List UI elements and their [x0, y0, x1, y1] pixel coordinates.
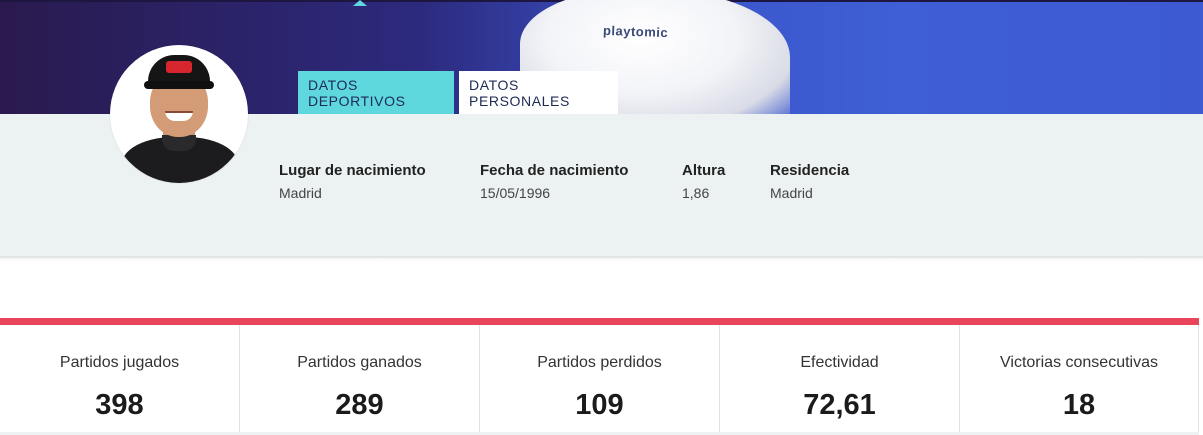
field-height: Altura 1,86 — [682, 162, 730, 201]
field-value: Madrid — [279, 185, 322, 201]
stat-label: Partidos jugados — [59, 354, 180, 371]
stat-label: Partidos perdidos — [537, 354, 662, 371]
stats-row: Partidos jugados 398 Partidos ganados 28… — [0, 325, 1199, 435]
tab-datos-deportivos[interactable]: DATOS DEPORTIVOS — [298, 71, 454, 114]
stat-value: 72,61 — [803, 389, 876, 421]
stat-partidos-perdidos: Partidos perdidos 109 — [480, 325, 720, 435]
field-label: Residencia — [770, 162, 850, 179]
personal-fields: Lugar de nacimiento Madrid Fecha de naci… — [279, 162, 889, 201]
stat-label: Efectividad — [800, 354, 879, 371]
stat-partidos-ganados: Partidos ganados 289 — [240, 325, 480, 435]
field-label: Fecha de nacimiento — [480, 162, 629, 179]
stat-efectividad: Efectividad 72,61 — [720, 325, 960, 435]
field-birthdate: Fecha de nacimiento 15/05/1996 — [480, 162, 642, 201]
player-avatar — [110, 45, 248, 183]
panel-shadow — [0, 256, 1203, 262]
stat-value: 289 — [335, 389, 384, 421]
field-value: Madrid — [770, 185, 813, 201]
stat-value: 18 — [1062, 389, 1096, 421]
field-label: Altura — [682, 162, 726, 179]
field-residence: Residencia Madrid — [770, 162, 849, 201]
stat-label: Partidos ganados — [297, 354, 422, 371]
field-value: 1,86 — [682, 185, 710, 201]
stat-victorias-consecutivas: Victorias consecutivas 18 — [960, 325, 1199, 435]
cap-logo-icon — [166, 61, 192, 73]
stat-label: Victorias consecutivas — [1000, 354, 1158, 371]
stat-value: 398 — [95, 389, 144, 421]
field-birthplace: Lugar de nacimiento Madrid — [279, 162, 440, 201]
hero-sponsor-text: playtomic — [602, 22, 669, 41]
hero-marker-icon — [353, 0, 367, 6]
avatar-collar — [162, 135, 196, 151]
field-value: 15/05/1996 — [480, 185, 551, 201]
tab-datos-personales[interactable]: DATOS PERSONALES — [459, 71, 618, 114]
field-label: Lugar de nacimiento — [279, 162, 426, 179]
stats-accent-bar — [0, 318, 1199, 325]
stat-partidos-jugados: Partidos jugados 398 — [0, 325, 240, 435]
stat-value: 109 — [575, 389, 624, 421]
avatar-cap-brim — [144, 81, 214, 89]
profile-tabs: DATOS DEPORTIVOS DATOS PERSONALES — [298, 71, 618, 114]
